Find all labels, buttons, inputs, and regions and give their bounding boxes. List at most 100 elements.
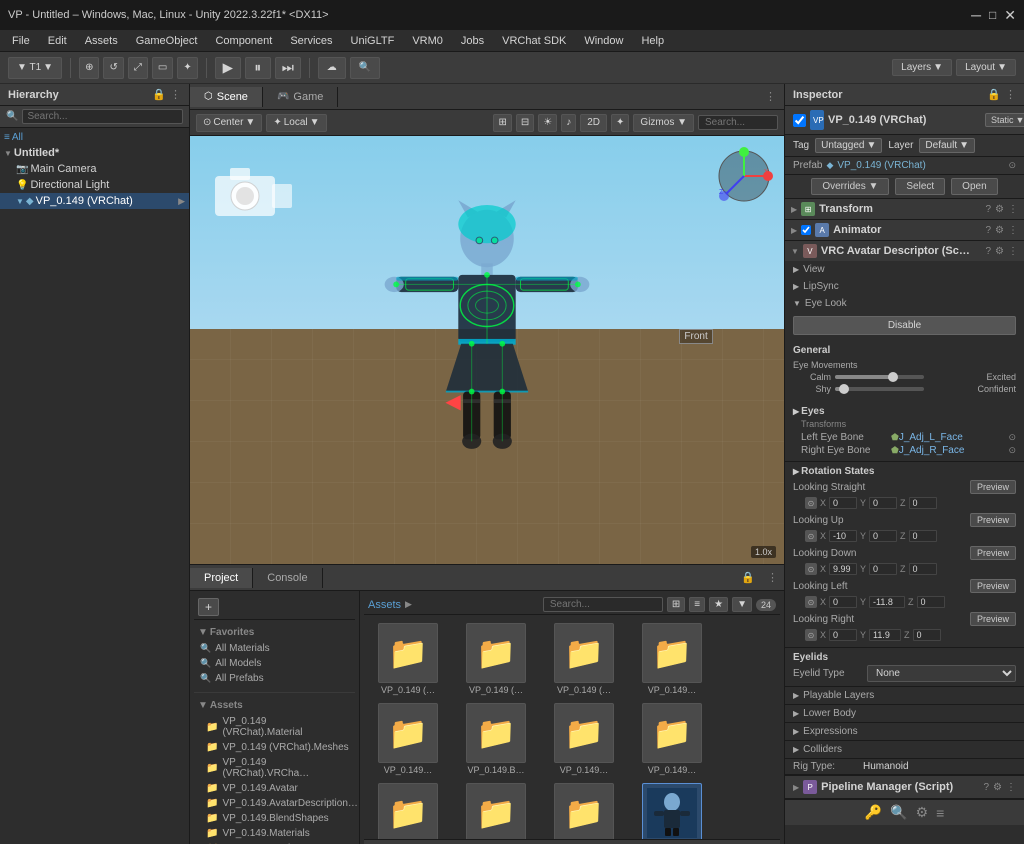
assets-filter-btn[interactable]: ▼	[732, 597, 752, 612]
left-eye-bone-value[interactable]: J_Adj_L_Face	[899, 432, 1009, 443]
fav-all-prefabs[interactable]: 🔍 All Prefabs	[194, 671, 355, 686]
asset-folder-1[interactable]: 📁 VP_0.149 (…	[368, 623, 448, 695]
favorites-section-header[interactable]: ▼ Favorites	[194, 624, 355, 641]
disable-btn[interactable]: Disable	[793, 316, 1016, 335]
object-active-checkbox[interactable]	[793, 114, 806, 127]
select-btn[interactable]: Select	[895, 178, 945, 195]
colliders-section[interactable]: ▶ Colliders	[785, 741, 1024, 759]
assets-search-input[interactable]	[543, 597, 663, 612]
pause-button[interactable]: ⏸	[245, 57, 271, 79]
looking-left-preview[interactable]: Preview	[970, 579, 1016, 593]
menu-gameobject[interactable]: GameObject	[128, 33, 206, 49]
scene-search-input[interactable]	[698, 115, 778, 130]
scene-2d-btn[interactable]: 2D	[580, 114, 607, 132]
vrc-question[interactable]: ?	[985, 246, 991, 257]
bottom-search-icon[interactable]: 🔍	[890, 804, 907, 821]
hierarchy-item-all[interactable]: ≡ All	[0, 130, 189, 145]
add-asset-btn[interactable]: +	[198, 598, 219, 616]
step-button[interactable]: ⏭	[275, 57, 301, 79]
hierarchy-item-vp0149[interactable]: ▼ ◆ VP_0.149 (VRChat) ▶	[0, 193, 189, 209]
game-tab[interactable]: 🎮 Game	[263, 87, 338, 107]
maximize-btn[interactable]: □	[989, 8, 996, 22]
transform-header[interactable]: ▶ ⊞ Transform ? ⚙ ⋮	[785, 199, 1024, 219]
pipeline-dots[interactable]: ⋮	[1006, 782, 1016, 793]
fav-all-materials[interactable]: 🔍 All Materials	[194, 641, 355, 656]
hierarchy-item-scene[interactable]: ▼ Untitled*	[0, 145, 189, 161]
asset-folder-2[interactable]: 📁 VP_0.149 (…	[456, 623, 536, 695]
animator-enabled-checkbox[interactable]	[801, 225, 811, 235]
asset-folder-4[interactable]: 📁 VP_0.149…	[632, 623, 712, 695]
collab-btn[interactable]: ☁	[318, 57, 346, 79]
view-mode-icons[interactable]: ⊟	[516, 114, 534, 132]
overrides-btn[interactable]: Overrides ▼	[811, 178, 889, 195]
menu-help[interactable]: Help	[633, 33, 672, 49]
asset-folder-9[interactable]: 📁 VP_0.149…	[368, 783, 448, 839]
eyelook-section[interactable]: ▼ Eye Look	[785, 295, 1024, 312]
assets-vp-materials[interactable]: 📁 VP_0.149.Materials	[194, 826, 355, 841]
inspector-lock-icon[interactable]: 🔒	[987, 88, 1001, 101]
scene-lighting-btn[interactable]: ☀	[538, 114, 557, 132]
shy-confident-slider[interactable]	[835, 387, 924, 391]
left-eye-bone-settings[interactable]: ⊙	[1008, 432, 1016, 443]
asset-folder-xr[interactable]: 📁 XR	[544, 783, 624, 839]
animator-settings[interactable]: ⚙	[995, 225, 1004, 236]
view-mode-grid[interactable]: ⊞	[493, 114, 511, 132]
hierarchy-search-input[interactable]	[22, 109, 183, 124]
looking-up-preview[interactable]: Preview	[970, 513, 1016, 527]
assets-star-btn[interactable]: ★	[709, 597, 728, 612]
assets-view-btn1[interactable]: ⊞	[667, 597, 685, 612]
scene-gizmo[interactable]: X Y Z	[714, 146, 774, 206]
bottom-panel-menu[interactable]: ⋮	[761, 567, 784, 588]
menu-vrm0[interactable]: VRM0	[404, 33, 451, 49]
looking-right-preview[interactable]: Preview	[970, 612, 1016, 626]
hierarchy-item-main-camera[interactable]: 📷 Main Camera	[0, 161, 189, 177]
close-btn[interactable]: ✕	[1004, 7, 1016, 24]
layers-dropdown[interactable]: Layers ▼	[892, 59, 952, 76]
menu-component[interactable]: Component	[207, 33, 280, 49]
asset-avatar-selected[interactable]: VP_0.149…	[632, 783, 712, 839]
center-dropdown[interactable]: ⊙ Center ▼	[196, 114, 262, 132]
open-btn[interactable]: Open	[951, 178, 997, 195]
left-x-val[interactable]	[829, 596, 857, 608]
menu-window[interactable]: Window	[576, 33, 631, 49]
assets-vp-vrchat[interactable]: 📁 VP_0.149 (VRChat).VRCha…	[194, 755, 355, 781]
rotation-states-title[interactable]: ▶ Rotation States	[793, 466, 1016, 477]
assets-vp-avatar[interactable]: 📁 VP_0.149.Avatar	[194, 781, 355, 796]
transform-move-btn[interactable]: ⊕	[79, 57, 99, 79]
static-dropdown-btn[interactable]: Static ▼	[985, 113, 1024, 127]
menu-assets[interactable]: Assets	[77, 33, 126, 49]
bottom-panel-lock[interactable]: 🔒	[735, 567, 761, 588]
eyelid-type-select[interactable]: None Blendshapes Bones	[867, 665, 1016, 682]
object-name-input[interactable]	[828, 114, 981, 126]
assets-vp-meshes[interactable]: 📁 VP_0.149 (VRChat).Meshes	[194, 740, 355, 755]
tag-value-btn[interactable]: Untagged ▼	[815, 138, 882, 153]
calm-slider-thumb[interactable]	[888, 372, 898, 382]
right-eye-bone-value[interactable]: J_Adj_R_Face	[899, 445, 1009, 456]
vrc-dots[interactable]: ⋮	[1008, 246, 1018, 257]
pipeline-question[interactable]: ?	[983, 782, 989, 793]
bottom-list-icon[interactable]: ≡	[936, 805, 944, 821]
expressions-section[interactable]: ▶ Expressions	[785, 723, 1024, 741]
inspector-menu-icon[interactable]: ⋮	[1005, 88, 1016, 101]
assets-section-header[interactable]: ▼ Assets	[194, 697, 355, 714]
menu-vrchat-sdk[interactable]: VRChat SDK	[494, 33, 574, 49]
minimize-btn[interactable]: ─	[971, 7, 981, 23]
looking-straight-preview[interactable]: Preview	[970, 480, 1016, 494]
assets-vp-material[interactable]: 📁 VP_0.149 (VRChat).Material	[194, 714, 355, 740]
menu-services[interactable]: Services	[282, 33, 340, 49]
animator-header[interactable]: ▶ A Animator ? ⚙ ⋮	[785, 220, 1024, 240]
bottom-settings-icon[interactable]: ⚙	[916, 804, 929, 821]
straight-x-val[interactable]	[829, 497, 857, 509]
asset-folder-7[interactable]: 📁 VP_0.149…	[544, 703, 624, 775]
pipeline-header[interactable]: ▶ P Pipeline Manager (Script) ? ⚙ ⋮	[793, 780, 1016, 794]
up-y-val[interactable]	[869, 530, 897, 542]
right-y-val[interactable]	[869, 629, 901, 641]
animator-dots[interactable]: ⋮	[1008, 225, 1018, 236]
layer-value-btn[interactable]: Default ▼	[919, 138, 975, 153]
up-x-val[interactable]	[829, 530, 857, 542]
asset-folder-5[interactable]: 📁 VP_0.149…	[368, 703, 448, 775]
console-tab[interactable]: Console	[253, 568, 322, 588]
shy-slider-thumb[interactable]	[839, 384, 849, 394]
view-section[interactable]: ▶ View	[785, 261, 1024, 278]
project-tab[interactable]: Project	[190, 568, 253, 588]
